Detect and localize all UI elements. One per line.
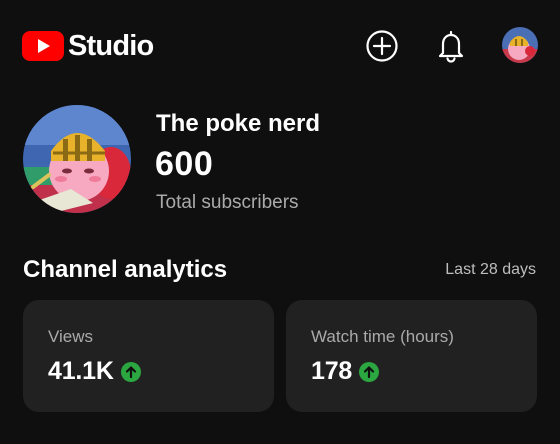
analytics-period: Last 28 days [445,261,536,278]
studio-logo[interactable]: Studio [22,30,154,62]
watch-time-label: Watch time (hours) [311,327,454,346]
top-app-bar: Studio [0,0,560,92]
studio-app: Studio The poke nerd 600 Total subscribe… [0,0,560,444]
views-value-row: 41.1K [48,357,141,386]
channel-avatar[interactable] [23,105,131,213]
channel-analytics-heading: Channel analytics [23,256,228,283]
profile-avatar [502,27,538,63]
notifications-button[interactable] [433,28,469,64]
views-label: Views [48,327,94,346]
watch-time-card[interactable]: Watch time (hours) 178 [286,300,537,412]
views-value: 41.1K [48,357,114,385]
channel-avatar-image [23,105,131,213]
views-card[interactable]: Views 41.1K [23,300,274,412]
create-button[interactable] [364,28,400,64]
subscriber-count: 600 [155,145,214,183]
account-avatar[interactable] [502,27,538,63]
bell-icon [438,30,464,63]
create-plus-icon [366,30,398,62]
watch-time-value-row: 178 [311,357,380,386]
trend-up-icon [359,361,380,382]
youtube-logo-icon [22,31,64,61]
trend-up-icon [120,361,141,382]
logo-text: Studio [68,30,154,62]
channel-name: The poke nerd [156,110,321,137]
watch-time-value: 178 [311,357,353,385]
subscriber-label: Total subscribers [156,192,299,213]
